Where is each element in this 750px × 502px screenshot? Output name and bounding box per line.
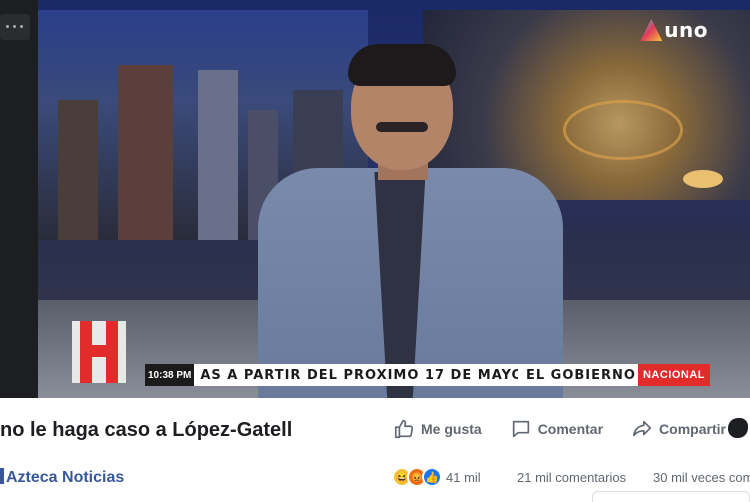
channel-logo: uno bbox=[640, 18, 708, 42]
video-post: uno 10:38 PM AS A PARTIR DEL PRÓXIMO 17 … bbox=[0, 0, 750, 502]
channel-logo-icon bbox=[640, 19, 663, 41]
page-name-text: Azteca Noticias bbox=[6, 469, 125, 486]
comment-box-edge bbox=[592, 491, 750, 502]
anchor-hair bbox=[348, 44, 456, 86]
comment-label: Comentar bbox=[537, 421, 604, 437]
comment-button[interactable]: Comentar bbox=[510, 418, 603, 440]
shares-count[interactable]: 30 mil veces com bbox=[653, 470, 750, 485]
like-reaction-icon: 👍 bbox=[422, 467, 442, 487]
comment-icon bbox=[512, 420, 529, 438]
comments-count[interactable]: 21 mil comentarios bbox=[517, 470, 626, 485]
like-label: Me gusta bbox=[421, 421, 482, 437]
ticker-time: 10:38 PM bbox=[145, 364, 195, 386]
post-actions: Me gusta Comentar Compartir bbox=[393, 418, 726, 440]
like-icon bbox=[394, 419, 414, 439]
reactions-summary[interactable]: 😆 😡 👍 41 mil bbox=[392, 467, 481, 487]
post-info-bar: no le haga caso a López-Gatell Me gusta … bbox=[0, 398, 750, 502]
page-name-link[interactable]: Azteca Noticias bbox=[0, 468, 124, 487]
more-options-button[interactable] bbox=[728, 418, 748, 438]
like-button[interactable]: Me gusta bbox=[393, 418, 482, 440]
ticker-tag: NACIONAL bbox=[637, 364, 710, 386]
player-menu-button[interactable] bbox=[0, 14, 30, 40]
video-title: no le haga caso a López-Gatell bbox=[0, 419, 293, 441]
ticker-text: AS A PARTIR DEL PRÓXIMO 17 DE MAYO.... bbox=[200, 367, 518, 383]
video-player[interactable]: uno 10:38 PM AS A PARTIR DEL PRÓXIMO 17 … bbox=[0, 0, 750, 398]
reactions-count: 41 mil bbox=[446, 469, 481, 485]
video-frame[interactable]: uno bbox=[38, 0, 750, 398]
channel-logo-text: uno bbox=[664, 18, 708, 42]
program-logo-icon bbox=[72, 321, 126, 383]
share-label: Compartir bbox=[659, 421, 726, 437]
news-ticker: 10:38 PM AS A PARTIR DEL PRÓXIMO 17 DE M… bbox=[145, 364, 710, 386]
ticker-tag-left: EL GOBIERNO bbox=[525, 367, 636, 383]
anchor-mustache bbox=[376, 122, 428, 132]
share-button[interactable]: Compartir bbox=[631, 418, 726, 440]
share-icon bbox=[632, 420, 652, 437]
